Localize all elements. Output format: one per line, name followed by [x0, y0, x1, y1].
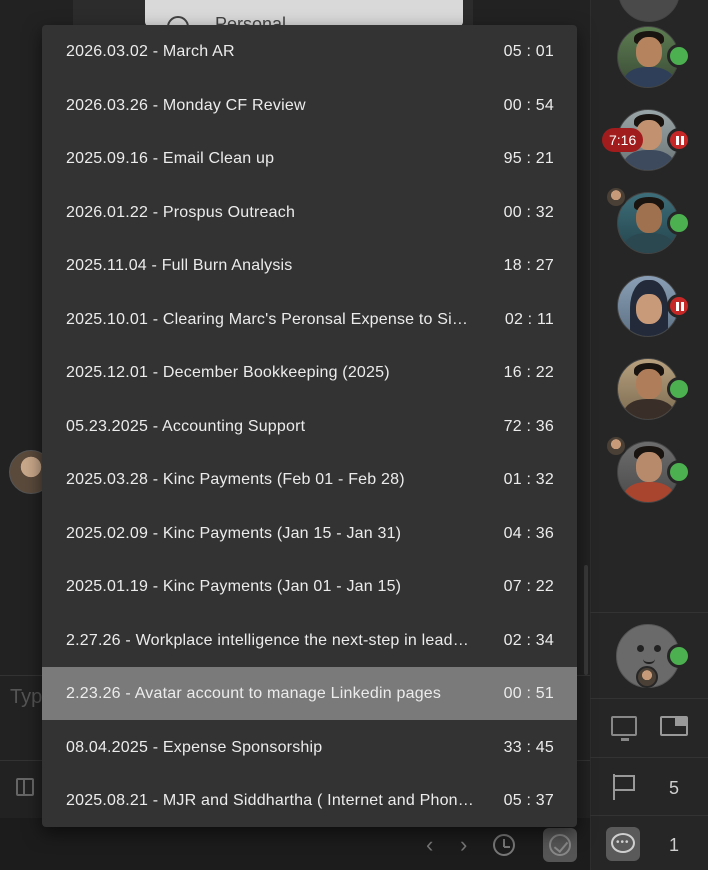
task-option-title: 2025.08.21 - MJR and Siddhartha ( Intern…: [66, 792, 474, 809]
task-option[interactable]: 2026.03.02 - March AR 05 : 01: [42, 25, 577, 78]
task-option-title: 2.27.26 - Workplace intelligence the nex…: [66, 631, 469, 649]
task-option[interactable]: 2025.12.01 - December Bookkeeping (2025)…: [42, 346, 577, 399]
task-option-time: 05 : 01: [503, 43, 554, 60]
task-option-time: 72 : 36: [503, 417, 554, 435]
online-status-icon: [667, 460, 691, 484]
task-option-title: 2025.12.01 - December Bookkeeping (2025): [66, 364, 390, 381]
mini-avatar: [605, 435, 627, 457]
personal-option[interactable]: Personal: [145, 0, 463, 26]
task-option-time: 00 : 51: [503, 685, 554, 702]
task-option[interactable]: 2026.01.22 - Prospus Outreach 00 : 32: [42, 186, 577, 239]
task-option-title: 08.04.2025 - Expense Sponsorship: [66, 738, 323, 756]
task-option-time: 01 : 32: [503, 471, 554, 488]
task-option[interactable]: 2025.08.21 - MJR and Siddhartha ( Intern…: [42, 774, 577, 827]
divider: [590, 612, 708, 613]
flag-count: 5: [669, 778, 680, 798]
task-option-title: 2.23.26 - Avatar account to manage Linke…: [66, 685, 442, 702]
task-option-time: 05 : 37: [503, 792, 554, 809]
scrollbar[interactable]: [584, 565, 588, 675]
task-dropdown: 2026.03.02 - March AR 05 : 01 2026.03.26 -…: [42, 25, 577, 827]
task-option-title: 05.23.2025 - Accounting Support: [66, 417, 306, 435]
task-option-time: 18 : 27: [503, 257, 554, 274]
picture-in-picture-icon[interactable]: [660, 716, 688, 736]
task-option[interactable]: 2026.03.26 - Monday CF Review 00 : 54: [42, 79, 577, 132]
task-option[interactable]: 05.23.2025 - Accounting Support 72 : 36: [42, 400, 577, 453]
divider: [590, 757, 708, 758]
online-status-icon: [667, 644, 691, 668]
online-status-icon: [667, 377, 691, 401]
task-option[interactable]: 2025.02.09 - Kinc Payments (Jan 15 - Jan…: [42, 507, 577, 560]
layout-icon[interactable]: [16, 778, 34, 796]
online-status-icon: [667, 211, 691, 235]
task-option-title: 2025.09.16 - Email Clean up: [66, 150, 275, 167]
task-option-title: 2025.10.01 - Clearing Marc's Peronsal Ex…: [66, 310, 469, 328]
task-option[interactable]: 2025.01.19 - Kinc Payments (Jan 01 - Jan…: [42, 560, 577, 613]
divider: [590, 698, 708, 699]
task-option[interactable]: 2025.11.04 - Full Burn Analysis 18 : 27: [42, 239, 577, 292]
task-option[interactable]: 08.04.2025 - Expense Sponsorship 33 : 45: [42, 721, 577, 774]
task-option-time: 07 : 22: [503, 578, 554, 595]
chevron-left-icon[interactable]: ‹: [426, 832, 433, 858]
flag-icon[interactable]: [612, 774, 636, 800]
task-option-time: 00 : 54: [503, 96, 554, 114]
task-option[interactable]: 2.27.26 - Workplace intelligence the nex…: [42, 614, 577, 667]
timer-badge: 7:16: [602, 128, 644, 152]
task-option-time: 02 : 11: [504, 310, 554, 328]
history-icon[interactable]: [493, 834, 515, 856]
task-option-time: 95 : 21: [503, 150, 554, 167]
task-option-title: 2026.03.26 - Monday CF Review: [66, 96, 306, 114]
task-option-time: 33 : 45: [503, 738, 554, 756]
chevron-right-icon[interactable]: ›: [460, 832, 467, 858]
divider: [590, 815, 708, 816]
task-option[interactable]: 2025.09.16 - Email Clean up 95 : 21: [42, 132, 577, 185]
task-option-time: 00 : 32: [503, 203, 554, 221]
task-option-time: 04 : 36: [503, 524, 554, 542]
paused-status-icon: [667, 128, 691, 152]
complete-button[interactable]: [543, 828, 577, 862]
task-option-time: 16 : 22: [503, 364, 554, 381]
chat-count: 1: [669, 835, 680, 855]
online-status-icon: [667, 44, 691, 68]
chat-button[interactable]: •••: [606, 827, 640, 861]
task-option-title: 2025.02.09 - Kinc Payments (Jan 15 - Jan…: [66, 524, 402, 542]
task-option[interactable]: 2.23.26 - Avatar account to manage Linke…: [42, 667, 577, 720]
task-option-title: 2025.11.04 - Full Burn Analysis: [66, 257, 293, 274]
task-option-title: 2025.01.19 - Kinc Payments (Jan 01 - Jan…: [66, 578, 402, 595]
screen-share-icon[interactable]: [611, 716, 637, 741]
task-option[interactable]: 2025.03.28 - Kinc Payments (Feb 01 - Feb…: [42, 453, 577, 506]
mini-avatar: [605, 186, 627, 208]
task-option-title: 2025.03.28 - Kinc Payments (Feb 01 - Feb…: [66, 471, 405, 488]
task-option-time: 02 : 34: [503, 631, 554, 649]
check-circle-icon: [549, 834, 571, 856]
task-option[interactable]: 2025.10.01 - Clearing Marc's Peronsal Ex…: [42, 293, 577, 346]
paused-status-icon: [667, 294, 691, 318]
task-option-title: 2026.01.22 - Prospus Outreach: [66, 203, 296, 221]
mini-avatar: [636, 666, 658, 688]
task-option-title: 2026.03.02 - March AR: [66, 43, 235, 60]
